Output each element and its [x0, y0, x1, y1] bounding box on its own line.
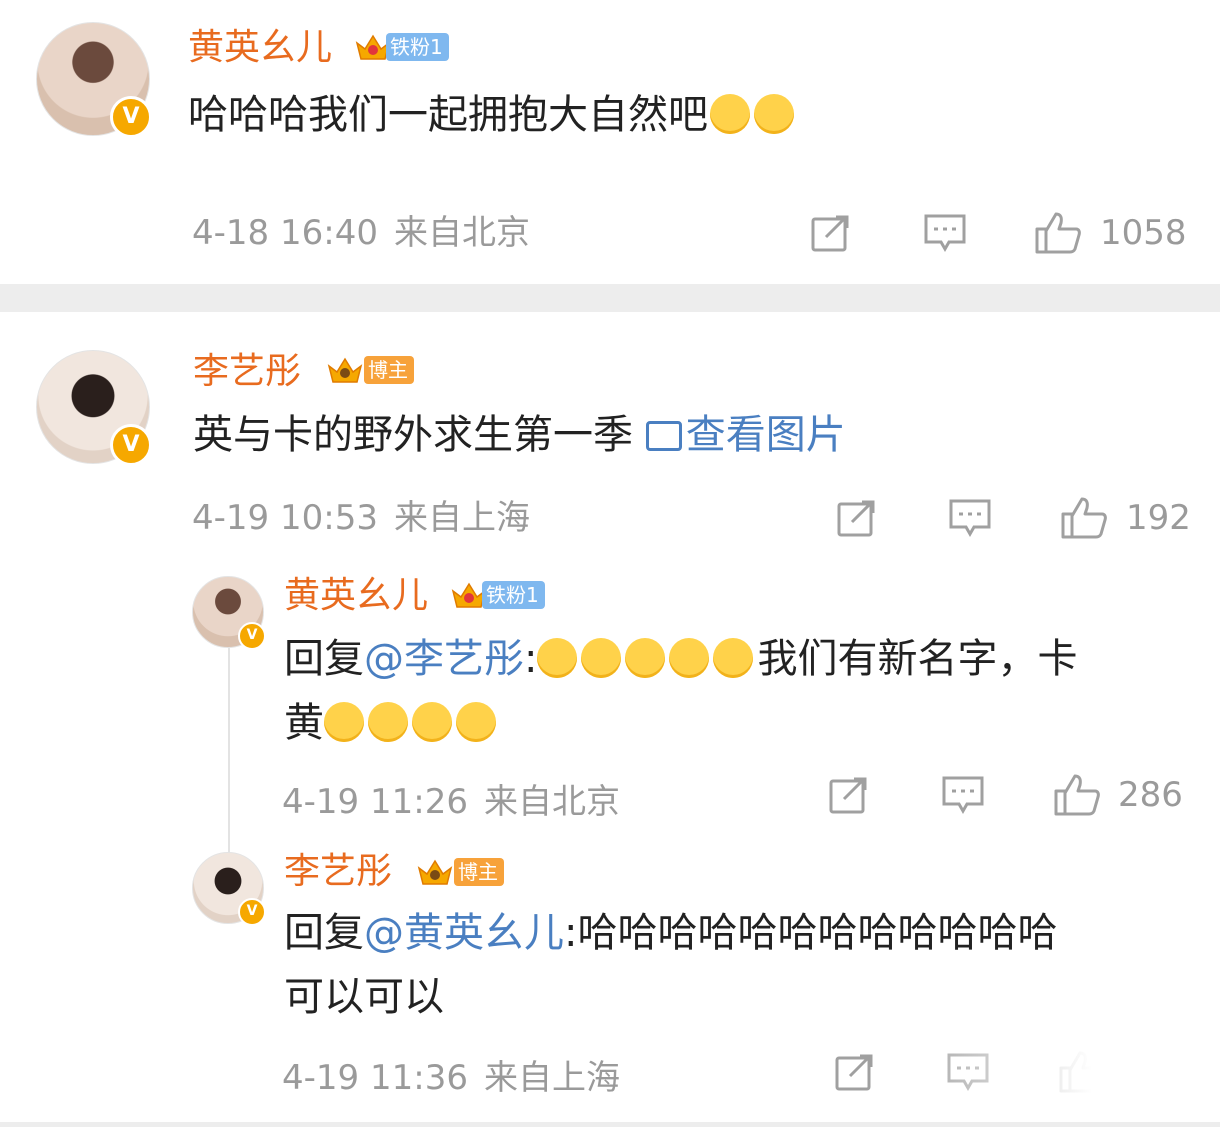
reply-text-line2: 黄 [284, 696, 500, 750]
comment-text: 哈哈哈我们一起拥抱大自然吧 [188, 88, 794, 142]
image-icon [645, 421, 682, 451]
location: 来自北京 [393, 213, 530, 253]
like-icon[interactable] [1053, 772, 1101, 818]
reply-meta: 4-19 11:36 来自上海 [282, 1058, 620, 1098]
blogger-badge[interactable]: 博主 [320, 354, 414, 386]
mention-link[interactable]: @李艺彤 [364, 636, 524, 682]
share-icon[interactable] [836, 498, 878, 538]
reply-text: 回复@黄英幺儿:哈哈哈哈哈哈哈哈哈哈哈哈 [284, 910, 1058, 956]
timestamp: 4-19 11:26 [282, 782, 468, 822]
comment-meta: 4-19 10:53 来自上海 [192, 498, 530, 538]
timestamp: 4-19 10:53 [192, 498, 378, 538]
timestamp: 4-19 11:36 [282, 1058, 468, 1098]
share-icon[interactable] [828, 775, 870, 815]
fan-badge[interactable]: 铁粉1 [354, 31, 449, 63]
reply-text-line2: 可以可以 [284, 974, 444, 1020]
laugh-cry-emoji [581, 638, 622, 678]
laugh-cry-emoji [713, 638, 754, 678]
location: 来自上海 [483, 1058, 620, 1098]
reply-text: 回复@李艺彤: 我们有新名字，卡 [284, 636, 1078, 682]
username[interactable]: 李艺彤 [193, 352, 301, 392]
laugh-cry-emoji [669, 638, 710, 678]
comment-icon[interactable] [941, 774, 985, 816]
verified-icon: V [238, 622, 266, 650]
laugh-cry-emoji [456, 702, 496, 742]
blogger-badge[interactable]: 博主 [410, 856, 504, 888]
blush-emoji [710, 94, 750, 134]
watermark-fade [900, 1050, 1220, 1120]
crown-icon [417, 859, 453, 885]
share-icon[interactable] [810, 213, 852, 253]
timestamp: 4-18 16:40 [192, 213, 378, 253]
username[interactable]: 黄英幺儿 [188, 28, 332, 68]
fan-badge-label: 铁粉1 [386, 33, 449, 61]
like-icon[interactable] [1034, 210, 1082, 256]
reply-meta: 4-19 11:26 来自北京 [282, 782, 620, 822]
location: 来自北京 [483, 782, 620, 822]
verified-icon: V [238, 898, 266, 926]
like-count: 286 [1118, 775, 1183, 815]
like-count: 1058 [1100, 213, 1187, 253]
comment-meta: 4-18 16:40 来自北京 [192, 213, 530, 253]
fan-badge-label: 铁粉1 [482, 581, 545, 609]
username[interactable]: 李艺彤 [284, 852, 392, 892]
location: 来自上海 [393, 498, 530, 538]
comment-text: 英与卡的野外求生第一季 查看图片 [193, 412, 846, 458]
laugh-cry-emoji [368, 702, 408, 742]
avatar[interactable]: V [192, 852, 266, 926]
blogger-badge-label: 博主 [454, 858, 504, 886]
username[interactable]: 黄英幺儿 [284, 576, 428, 616]
crown-icon [327, 357, 363, 383]
laugh-cry-emoji [625, 638, 666, 678]
bottom-divider [0, 1122, 1220, 1127]
thread-line [228, 648, 230, 858]
section-divider [0, 284, 1220, 312]
avatar[interactable]: V [192, 576, 266, 650]
verified-icon: V [110, 424, 152, 466]
like-icon[interactable] [1060, 495, 1108, 541]
view-image-link[interactable]: 查看图片 [645, 412, 846, 458]
laugh-cry-emoji [537, 638, 578, 678]
comment-icon[interactable] [923, 212, 967, 254]
laugh-cry-emoji [412, 702, 452, 742]
share-icon[interactable] [834, 1052, 876, 1092]
fan-badge[interactable]: 铁粉1 [450, 579, 545, 611]
laugh-cry-emoji [324, 702, 364, 742]
like-count: 192 [1126, 498, 1191, 538]
avatar[interactable]: V [36, 350, 152, 466]
verified-icon: V [110, 96, 152, 138]
blogger-badge-label: 博主 [364, 356, 414, 384]
mention-link[interactable]: @黄英幺儿 [364, 910, 564, 956]
grin-emoji [754, 94, 794, 134]
comment-icon[interactable] [948, 497, 992, 539]
avatar[interactable]: V [36, 22, 152, 138]
